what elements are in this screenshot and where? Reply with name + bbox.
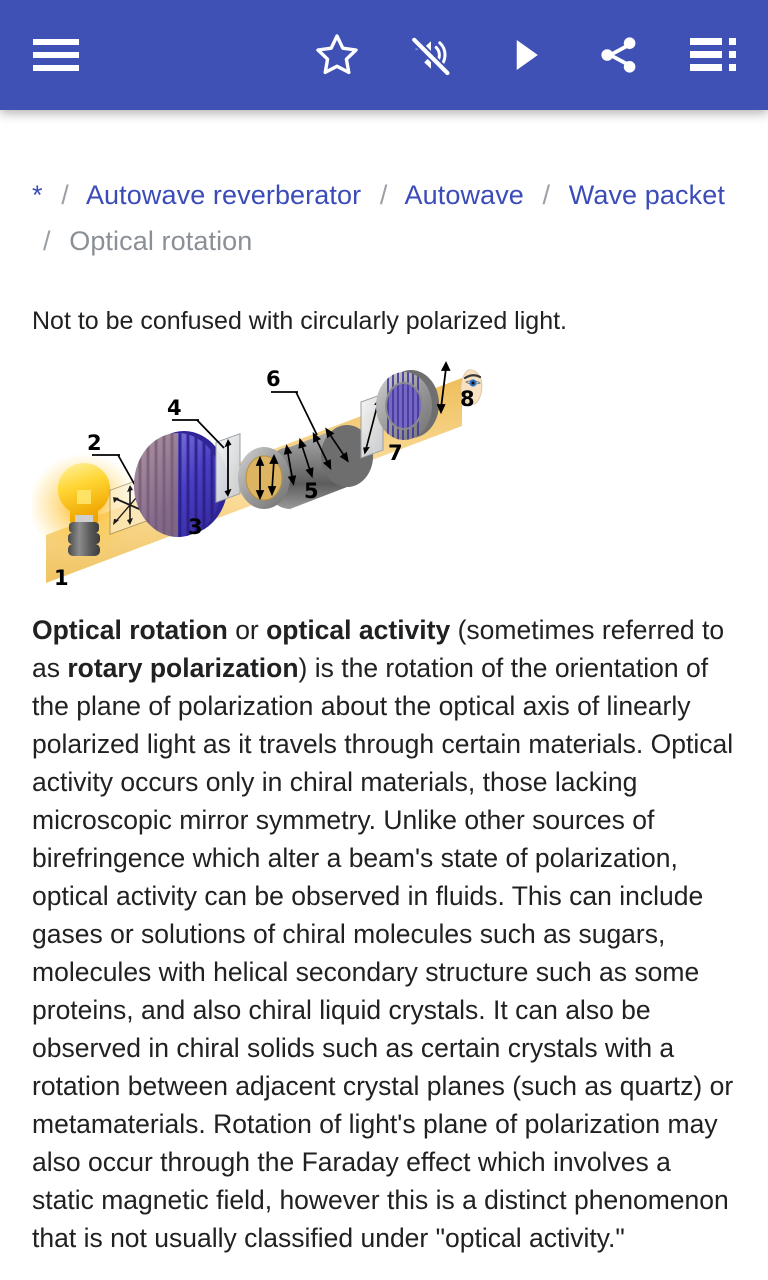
menu-button[interactable] xyxy=(23,22,89,88)
mute-button[interactable] xyxy=(398,22,464,88)
breadcrumb-item-3[interactable]: Wave packet xyxy=(569,180,725,210)
svg-text:3: 3 xyxy=(188,515,203,539)
favorite-button[interactable] xyxy=(304,22,370,88)
menu-button-slot xyxy=(23,22,89,88)
breadcrumb: * / Autowave reverberator / Autowave / W… xyxy=(32,110,736,264)
breadcrumb-item-1[interactable]: Autowave reverberator xyxy=(86,180,361,210)
term-optical-rotation: Optical rotation xyxy=(32,615,228,645)
hatnote: Not to be confused with circularly polar… xyxy=(32,307,567,335)
breadcrumb-separator: / xyxy=(43,226,51,256)
svg-text:5: 5 xyxy=(304,479,319,503)
breadcrumb-separator: / xyxy=(379,180,388,210)
svg-text:4: 4 xyxy=(167,396,182,420)
svg-text:7: 7 xyxy=(388,441,403,465)
share-icon xyxy=(595,31,643,79)
breadcrumb-separator: / xyxy=(542,180,551,210)
breadcrumb-item-2[interactable]: Autowave xyxy=(405,180,524,210)
contents-button[interactable] xyxy=(680,22,746,88)
page-content: * / Autowave reverberator / Autowave / W… xyxy=(0,110,768,1280)
term-rotary-polarization: rotary polarization xyxy=(67,653,299,683)
app-bar xyxy=(0,0,768,110)
svg-text:2: 2 xyxy=(87,431,102,455)
lead-paragraph: Optical rotation or optical activity (so… xyxy=(32,611,736,1257)
share-button[interactable] xyxy=(586,22,652,88)
lead-text-body: ) is the rotation of the orientation of … xyxy=(32,653,734,1253)
app-bar-actions xyxy=(276,22,746,88)
play-icon xyxy=(503,32,547,78)
svg-text:6: 6 xyxy=(266,367,281,391)
breadcrumb-separator: / xyxy=(61,180,69,210)
hamburger-menu-icon xyxy=(33,38,79,72)
star-outline-icon xyxy=(312,31,362,79)
lead-text-or: or xyxy=(227,615,267,645)
breadcrumb-item-current: Optical rotation xyxy=(69,226,253,256)
svg-text:1: 1 xyxy=(54,566,69,590)
optical-rotation-diagram[interactable]: 1 2 3 4 6 5 7 8 xyxy=(32,350,502,595)
breadcrumb-item-0[interactable]: * xyxy=(32,180,43,210)
play-button[interactable] xyxy=(492,22,558,88)
svg-text:8: 8 xyxy=(460,387,475,411)
term-optical-activity: optical activity xyxy=(266,615,451,645)
list-contents-icon xyxy=(690,36,736,74)
volume-off-icon xyxy=(406,31,456,79)
